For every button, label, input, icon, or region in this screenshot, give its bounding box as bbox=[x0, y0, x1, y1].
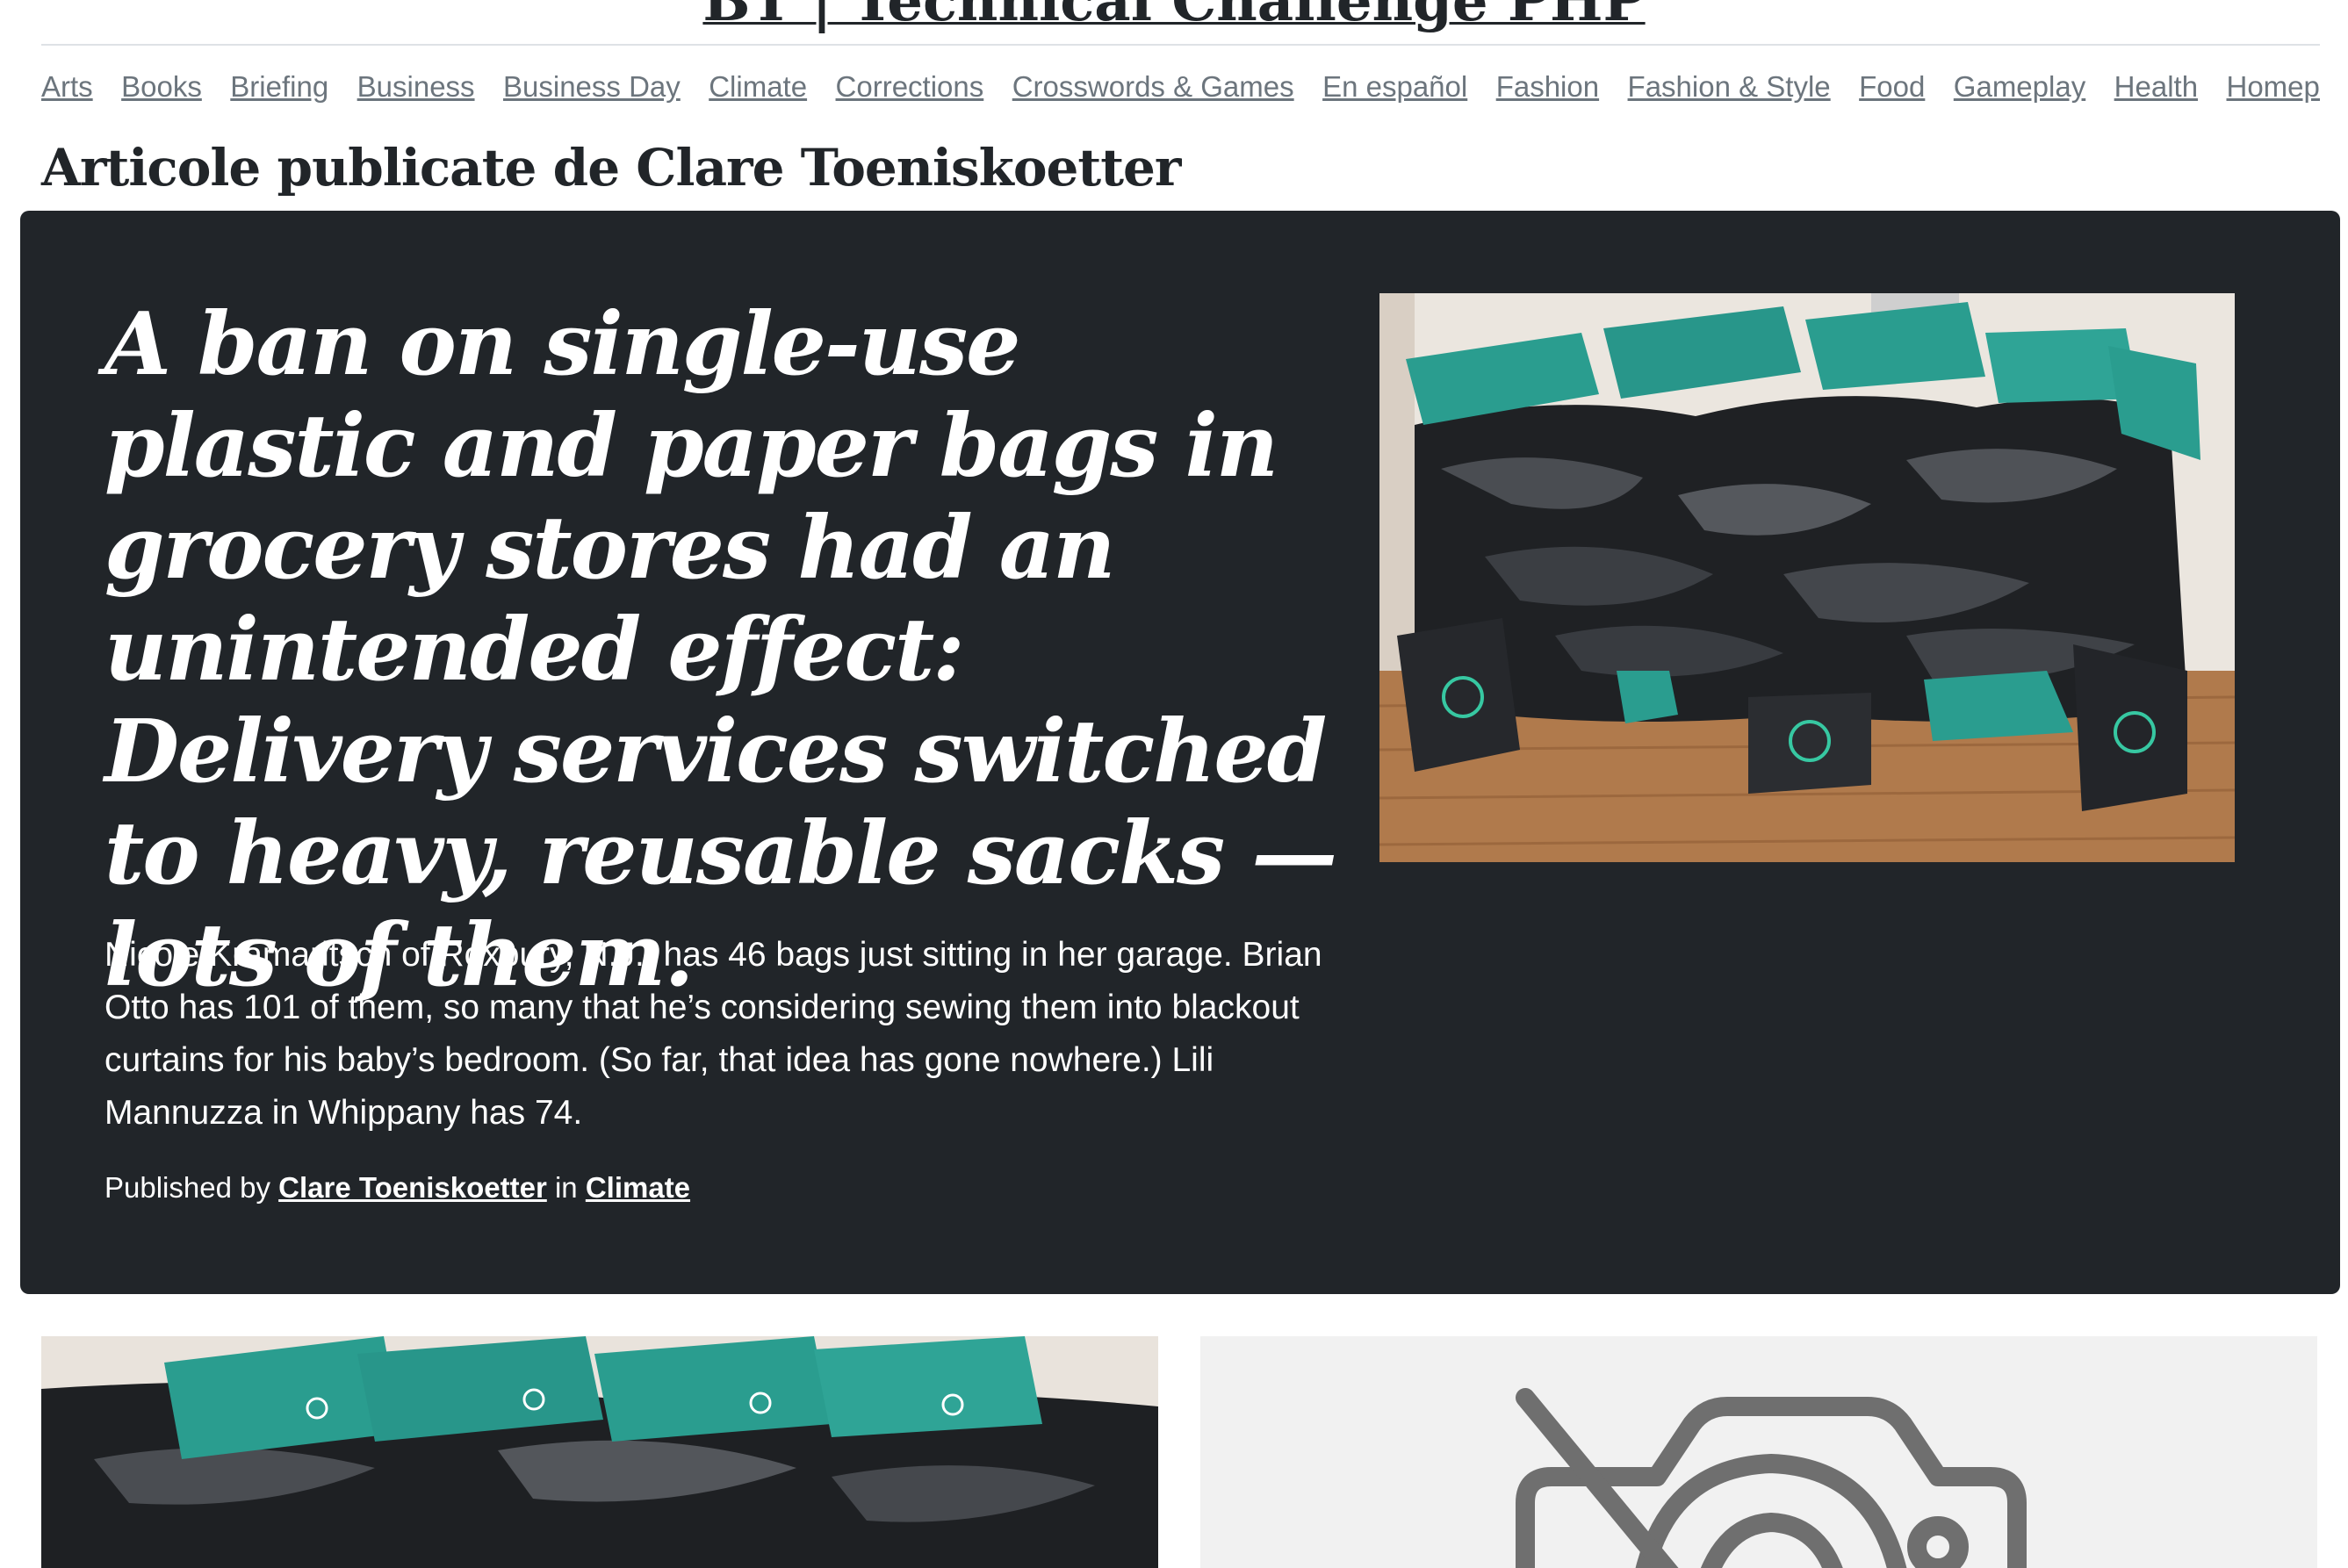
byline-published-by-label: Published by bbox=[104, 1171, 270, 1204]
featured-excerpt: Nicole Kramaritsch of Roxbury, N.J., has… bbox=[104, 936, 1322, 1132]
nav-link-briefing[interactable]: Briefing bbox=[230, 70, 328, 103]
page-heading: Articole publicate de Clare Toeniskoette… bbox=[41, 138, 1181, 198]
article-card-image[interactable] bbox=[41, 1336, 1158, 1568]
nav-link-en-espanol[interactable]: En español bbox=[1322, 70, 1467, 103]
nav-link-books[interactable]: Books bbox=[121, 70, 202, 103]
nav-link-fashion-style[interactable]: Fashion & Style bbox=[1628, 70, 1831, 103]
nav-item-fashion: Fashion bbox=[1496, 67, 1599, 107]
nav-item-corrections: Corrections bbox=[836, 67, 984, 107]
nav-item-homepage: Homepage bbox=[2227, 67, 2321, 107]
nav-link-arts[interactable]: Arts bbox=[41, 70, 93, 103]
nav-item-food: Food bbox=[1859, 67, 1925, 107]
nav-link-business-day[interactable]: Business Day bbox=[503, 70, 681, 103]
reusable-bags-photo-icon bbox=[1379, 293, 2235, 862]
byline-section-link[interactable]: Climate bbox=[586, 1171, 690, 1204]
nav-item-gameplay: Gameplay bbox=[1954, 67, 2085, 107]
nav-item-arts: Arts bbox=[41, 67, 93, 107]
featured-headline[interactable]: A ban on single-use plastic and paper ba… bbox=[104, 294, 1351, 1007]
article-card-image-placeholder[interactable] bbox=[1200, 1336, 2317, 1568]
nav-link-gameplay[interactable]: Gameplay bbox=[1954, 70, 2085, 103]
nav-link-health[interactable]: Health bbox=[2114, 70, 2198, 103]
nav-item-en-espanol: En español bbox=[1322, 67, 1467, 107]
nav-item-crosswords-games: Crosswords & Games bbox=[1012, 67, 1294, 107]
nav-link-business[interactable]: Business bbox=[357, 70, 475, 103]
nav-link-corrections[interactable]: Corrections bbox=[836, 70, 984, 103]
nav-item-fashion-style: Fashion & Style bbox=[1628, 67, 1831, 107]
nav-link-crosswords-games[interactable]: Crosswords & Games bbox=[1012, 70, 1294, 103]
nav-item-business: Business bbox=[357, 67, 475, 107]
nav-divider bbox=[41, 44, 2320, 46]
nav-item-climate: Climate bbox=[709, 67, 807, 107]
byline-author-link[interactable]: Clare Toeniskoetter bbox=[278, 1171, 547, 1204]
nav-item-business-day: Business Day bbox=[503, 67, 681, 107]
nav-item-books: Books bbox=[121, 67, 202, 107]
nav-link-food[interactable]: Food bbox=[1859, 70, 1925, 103]
featured-image[interactable] bbox=[1379, 293, 2235, 862]
byline-in-label: in bbox=[554, 1171, 578, 1204]
nav-link-fashion[interactable]: Fashion bbox=[1496, 70, 1599, 103]
featured-article: A ban on single-use plastic and paper ba… bbox=[20, 211, 2340, 1294]
section-nav: Arts Books Briefing Business Business Da… bbox=[41, 67, 2320, 107]
featured-byline: Published by Clare Toeniskoetter in Clim… bbox=[104, 1168, 690, 1208]
nav-item-health: Health bbox=[2114, 67, 2198, 107]
site-title-link[interactable]: BT | Technical Challenge PHP bbox=[702, 0, 1645, 34]
nav-link-homepage[interactable]: Homepage bbox=[2227, 70, 2321, 103]
site-title: BT | Technical Challenge PHP bbox=[0, 0, 2348, 35]
nav-link-climate[interactable]: Climate bbox=[709, 70, 807, 103]
nav-item-briefing: Briefing bbox=[230, 67, 328, 107]
reusable-bags-photo-icon bbox=[41, 1336, 1158, 1568]
image-unavailable-icon bbox=[1200, 1336, 2317, 1568]
